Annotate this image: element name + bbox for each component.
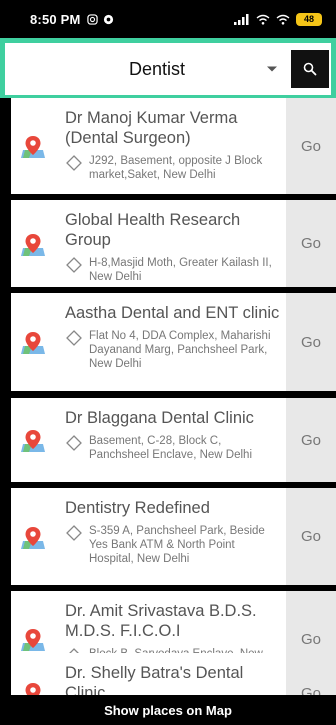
dropdown-arrow-icon <box>267 66 277 72</box>
category-dropdown[interactable]: Dentist <box>5 43 291 95</box>
map-pin-icon <box>11 200 55 287</box>
wifi-icon <box>256 14 270 25</box>
place-name: Aastha Dental and ENT clinic <box>65 304 280 322</box>
battery-icon: 48 <box>296 12 322 26</box>
place-name: Dr Blaggana Dental Clinic <box>65 409 254 427</box>
place-name: Dr. Shelly Batra's Dental Clinic <box>65 664 244 695</box>
search-bar: Dentist <box>0 38 336 100</box>
location-icon <box>66 435 82 451</box>
map-pin-icon <box>11 398 55 482</box>
go-button[interactable]: Go <box>286 200 336 287</box>
wifi-icon-secondary <box>276 14 290 25</box>
go-button[interactable]: Go <box>286 293 336 391</box>
place-address: Flat No 4, DDA Complex, Maharishi Dayana… <box>89 330 271 370</box>
location-icon <box>66 330 82 346</box>
list-item[interactable]: Dentistry Redefined S-359 A, Panchsheel … <box>11 488 336 585</box>
map-pin-icon <box>11 488 55 585</box>
map-pin-icon <box>11 98 55 194</box>
status-time: 8:50 PM <box>30 11 81 27</box>
go-button[interactable]: Go <box>286 488 336 585</box>
search-container: Dentist <box>5 43 331 95</box>
search-button[interactable] <box>291 50 329 88</box>
map-pin-icon <box>11 293 55 391</box>
location-icon <box>66 257 82 273</box>
location-icon <box>66 155 82 171</box>
signal-icon <box>234 13 250 25</box>
place-name: Global Health Research Group <box>65 211 241 249</box>
chrome-icon <box>103 14 114 25</box>
list-item[interactable]: Dr Manoj Kumar Verma (Dental Surgeon) J2… <box>11 98 336 194</box>
location-icon <box>66 525 82 541</box>
list-item[interactable]: Dr. Shelly Batra's Dental Clinic Go <box>11 653 336 695</box>
map-pin-icon <box>11 653 55 695</box>
list-item[interactable]: Global Health Research Group H-8,Masjid … <box>11 200 336 287</box>
go-button[interactable]: Go <box>286 653 336 695</box>
place-address: H-8,Masjid Moth, Greater Kailash II, New… <box>89 257 272 283</box>
instagram-icon <box>86 13 98 25</box>
place-address: Basement, C-28, Block C, Panchsheel Encl… <box>89 435 253 461</box>
list-item[interactable]: Aastha Dental and ENT clinic Flat No 4, … <box>11 293 336 391</box>
place-name: Dentistry Redefined <box>65 499 210 517</box>
show-map-button[interactable]: Show places on Map <box>0 695 336 725</box>
status-bar: 8:50 PM 48 <box>0 0 336 38</box>
place-name: Dr. Amit Srivastava B.D.S. M.D.S. F.I.C.… <box>65 602 257 640</box>
category-dropdown-value: Dentist <box>128 58 186 79</box>
place-address: S-359 A, Panchsheel Park, Beside Yes Ban… <box>89 525 265 565</box>
go-button[interactable]: Go <box>286 398 336 482</box>
list-item[interactable]: Dr Blaggana Dental Clinic Basement, C-28… <box>11 398 336 482</box>
place-name: Dr Manoj Kumar Verma (Dental Surgeon) <box>65 109 238 147</box>
go-button[interactable]: Go <box>286 98 336 194</box>
search-icon <box>303 62 317 76</box>
place-address: J292, Basement, opposite J Block market,… <box>89 155 263 181</box>
places-list[interactable]: Dr Manoj Kumar Verma (Dental Surgeon) J2… <box>0 98 336 695</box>
